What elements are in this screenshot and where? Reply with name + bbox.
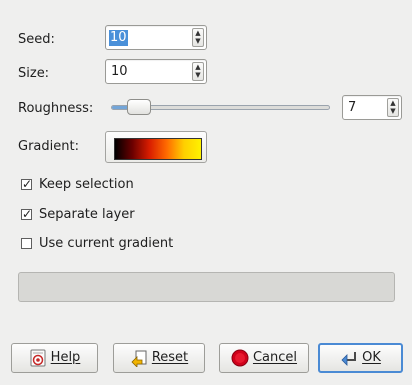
size-label: Size: xyxy=(18,66,50,81)
seed-value[interactable]: 10 xyxy=(109,30,128,46)
reset-button-label: Reset xyxy=(151,350,189,365)
size-value[interactable]: 10 xyxy=(111,64,128,80)
check-icon: ✓ xyxy=(22,177,33,191)
size-stepper[interactable]: ▲ ▼ xyxy=(192,62,204,81)
reset-icon xyxy=(130,349,148,368)
use-current-gradient-label[interactable]: Use current gradient xyxy=(39,236,173,252)
ok-icon xyxy=(340,349,358,367)
roughness-stepper[interactable]: ▲ ▼ xyxy=(387,98,399,117)
ok-button[interactable]: OK xyxy=(318,343,403,373)
gradient-label: Gradient: xyxy=(18,139,79,154)
chevron-up-icon[interactable]: ▲ xyxy=(193,63,203,71)
ok-button-label: OK xyxy=(362,350,381,365)
chevron-up-icon[interactable]: ▲ xyxy=(193,29,203,37)
roughness-spinbutton[interactable]: 7 ▲ ▼ xyxy=(342,95,402,120)
help-button[interactable]: Help xyxy=(11,343,98,373)
chevron-down-icon[interactable]: ▼ xyxy=(193,71,203,79)
dialog: { "form": { "seed": { "label": "Seed:", … xyxy=(0,0,412,385)
seed-stepper[interactable]: ▲ ▼ xyxy=(192,28,204,47)
use-current-gradient-checkbox[interactable]: ✓ xyxy=(21,238,32,249)
chevron-up-icon[interactable]: ▲ xyxy=(388,99,398,107)
reset-button[interactable]: Reset xyxy=(113,343,205,373)
roughness-value[interactable]: 7 xyxy=(348,100,356,116)
separate-layer-checkbox[interactable]: ✓ xyxy=(21,207,33,221)
chevron-down-icon[interactable]: ▼ xyxy=(193,37,203,45)
cancel-button[interactable]: Cancel xyxy=(219,343,309,373)
keep-selection-checkbox[interactable]: ✓ xyxy=(21,177,33,191)
gradient-button[interactable] xyxy=(105,131,207,163)
keep-selection-label[interactable]: Keep selection xyxy=(39,177,134,193)
chevron-down-icon[interactable]: ▼ xyxy=(388,107,398,115)
roughness-label: Roughness: xyxy=(18,101,94,116)
seed-label: Seed: xyxy=(18,32,55,47)
cancel-button-label: Cancel xyxy=(252,350,298,365)
help-icon xyxy=(29,349,47,367)
progress-bar xyxy=(18,272,395,302)
roughness-slider-thumb[interactable] xyxy=(127,99,152,115)
stop-icon xyxy=(231,349,249,367)
separate-layer-label[interactable]: Separate layer xyxy=(39,207,135,223)
gradient-preview xyxy=(114,138,202,160)
size-spinbutton[interactable]: 10 ▲ ▼ xyxy=(105,59,207,84)
check-icon: ✓ xyxy=(22,207,33,221)
seed-spinbutton[interactable]: 10 ▲ ▼ xyxy=(105,25,207,50)
help-button-label: Help xyxy=(50,350,81,365)
